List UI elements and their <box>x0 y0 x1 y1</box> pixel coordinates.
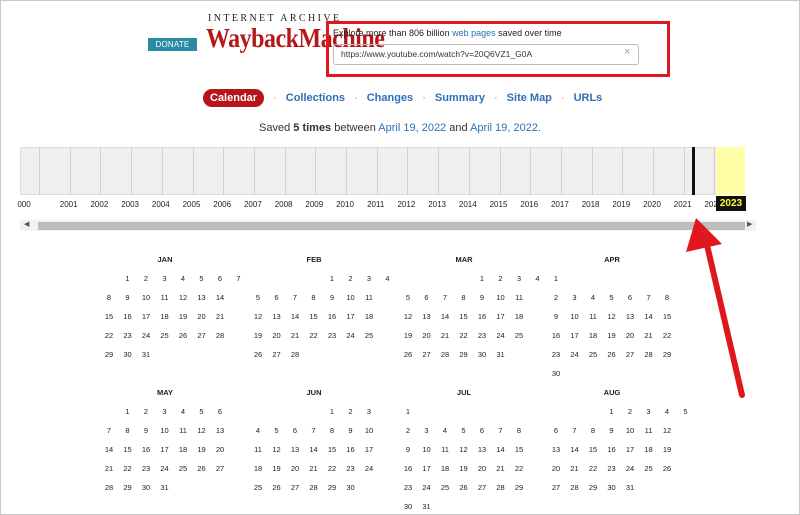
red-arrow-annotation <box>0 0 800 515</box>
